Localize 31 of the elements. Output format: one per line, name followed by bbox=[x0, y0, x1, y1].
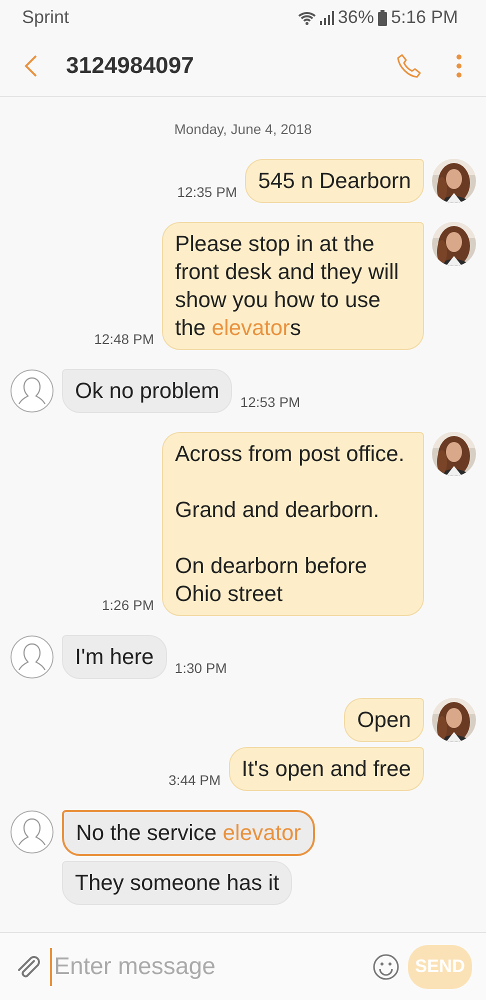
message-time: 12:48 PM bbox=[94, 330, 154, 349]
signal-icon bbox=[320, 10, 334, 24]
emoji-icon[interactable] bbox=[372, 952, 400, 980]
message-bubble[interactable]: Open bbox=[344, 698, 424, 742]
back-icon[interactable] bbox=[24, 54, 38, 78]
message-bubble[interactable]: No the service elevator bbox=[62, 810, 316, 856]
message-bubble[interactable]: Across from post office. Grand and dearborn. On dearborn before Ohio street bbox=[162, 432, 424, 616]
contact-number: 3124984097 bbox=[66, 51, 194, 80]
more-options-icon[interactable] bbox=[456, 54, 462, 78]
message-bubble[interactable]: Please stop in at the front desk and they will show you how to use the elevators bbox=[162, 222, 424, 350]
carrier-name: Sprint bbox=[22, 6, 70, 29]
message-bubble[interactable]: 545 n Dearborn bbox=[245, 159, 424, 203]
clock-time: 5:16 PM bbox=[390, 6, 458, 29]
message-time: 3:44 PM bbox=[168, 771, 221, 790]
contact-avatar-icon[interactable] bbox=[10, 369, 54, 413]
message-time: 1:30 PM bbox=[174, 659, 227, 678]
message-time: 12:53 PM bbox=[240, 393, 300, 412]
message-bubble[interactable]: I'm here bbox=[62, 635, 167, 679]
date-divider: Monday, June 4, 2018 bbox=[173, 120, 313, 139]
message-bubble[interactable]: Ok no problem bbox=[62, 369, 232, 413]
message-bubble[interactable]: They someone has it bbox=[62, 861, 292, 905]
contact-avatar-icon[interactable] bbox=[10, 635, 54, 679]
wifi-icon bbox=[298, 10, 316, 24]
message-time: 12:35 PM bbox=[177, 183, 238, 202]
message-input[interactable]: Enter message bbox=[50, 948, 364, 986]
battery-percent: 36% bbox=[338, 6, 374, 29]
phone-icon[interactable] bbox=[396, 52, 422, 78]
battery-icon bbox=[378, 10, 387, 26]
message-time: 1:26 PM bbox=[102, 596, 154, 615]
contact-avatar-icon[interactable] bbox=[10, 810, 54, 854]
message-bubble[interactable]: It's open and free bbox=[228, 747, 424, 791]
